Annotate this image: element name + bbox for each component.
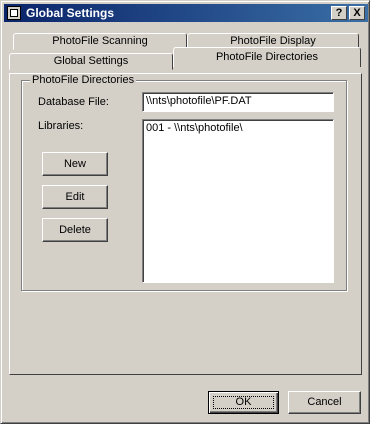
libraries-list[interactable]: 001 - \\nts\photofile\: [142, 119, 334, 283]
database-file-input[interactable]: \\nts\photofile\PF.DAT: [142, 92, 334, 112]
tab-panel: PhotoFile Directories Database File: \\n…: [9, 73, 362, 375]
group-label: PhotoFile Directories: [30, 74, 137, 86]
global-settings-dialog: Global Settings ? X PhotoFile Scanning P…: [0, 0, 370, 424]
directories-group: PhotoFile Directories Database File: \\n…: [21, 74, 347, 291]
libraries-label: Libraries:: [38, 120, 84, 132]
close-button[interactable]: X: [349, 6, 365, 20]
tab-global-settings[interactable]: Global Settings: [9, 53, 173, 70]
cancel-button[interactable]: Cancel: [288, 391, 361, 414]
edit-button[interactable]: Edit: [42, 185, 108, 209]
database-file-label: Database File:: [38, 96, 109, 108]
title-bar[interactable]: Global Settings ? X: [4, 4, 368, 22]
list-item[interactable]: 001 - \\nts\photofile\: [146, 122, 330, 134]
window-title: Global Settings: [26, 6, 115, 20]
app-icon: [7, 6, 21, 20]
delete-button[interactable]: Delete: [42, 218, 108, 242]
focus-rect: [213, 396, 274, 409]
tab-photofile-scanning[interactable]: PhotoFile Scanning: [13, 33, 187, 50]
tab-photofile-directories[interactable]: PhotoFile Directories: [173, 47, 361, 67]
new-button[interactable]: New: [42, 152, 108, 176]
ok-button[interactable]: OK: [208, 391, 279, 414]
help-button[interactable]: ?: [331, 6, 347, 20]
